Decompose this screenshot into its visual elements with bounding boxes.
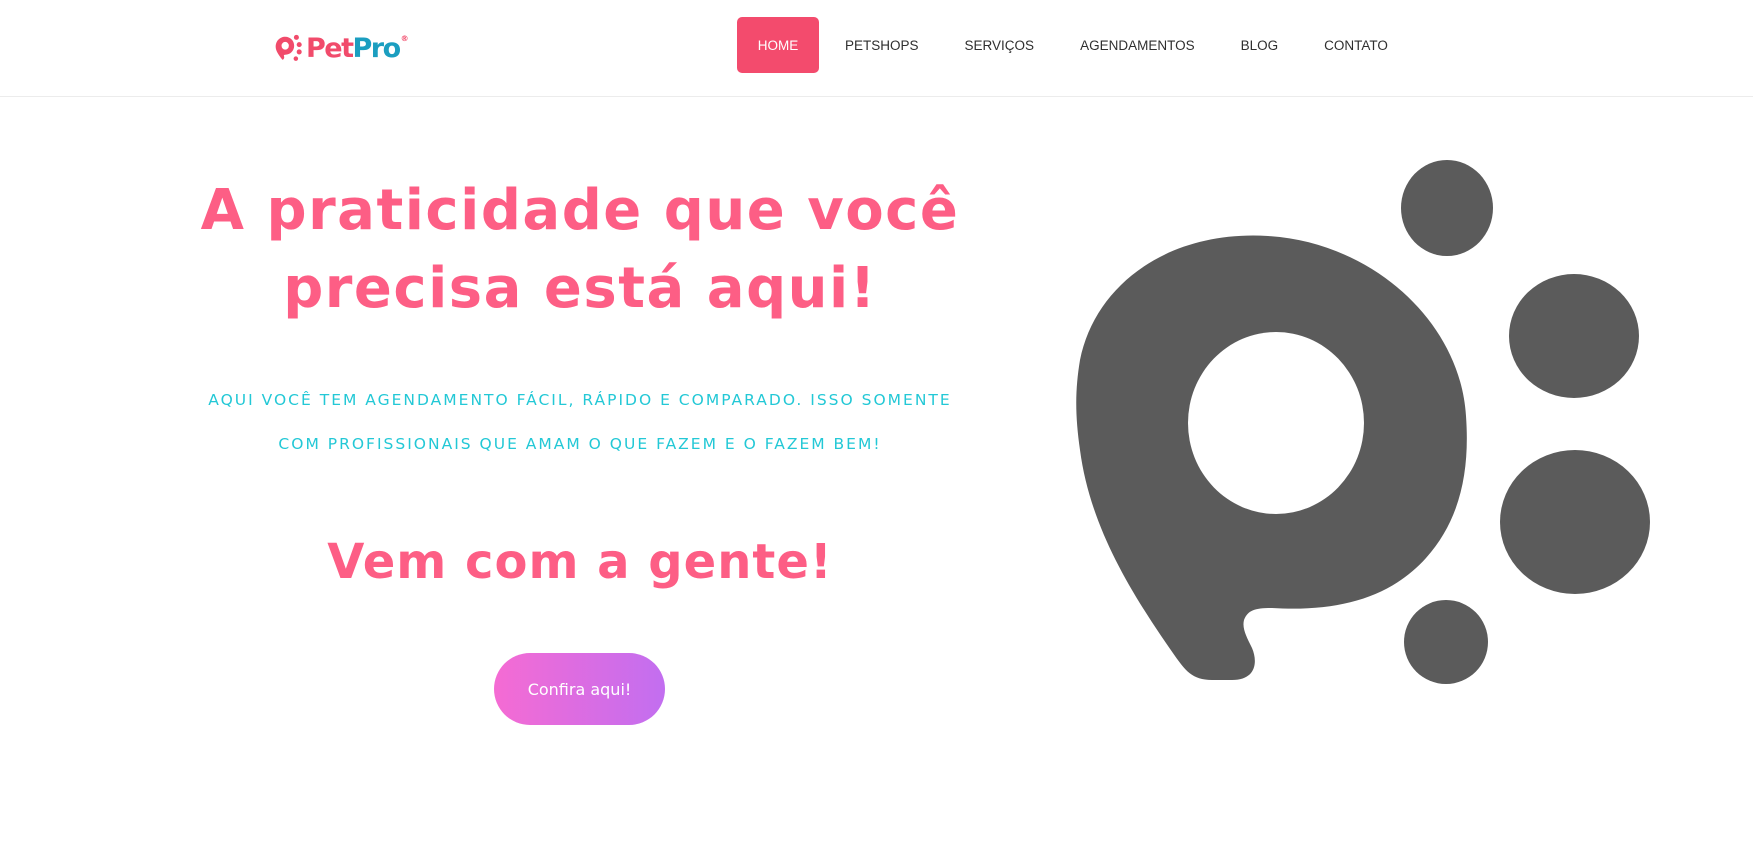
nav-item-petshops[interactable]: PETSHOPS bbox=[822, 17, 942, 73]
nav-item-contato[interactable]: CONTATO bbox=[1301, 17, 1411, 73]
hero-tagline: Vem com a gente! bbox=[327, 534, 833, 590]
hero-title: A praticidade que você precisa está aqui… bbox=[180, 172, 980, 328]
hero-subtitle: AQUI VOCÊ TEM AGENDAMENTO FÁCIL, RÁPIDO … bbox=[180, 378, 980, 466]
hero-subtitle-line-2: COM PROFISSIONAIS QUE AMAM O QUE FAZEM E… bbox=[278, 435, 882, 453]
paw-pin-hole bbox=[1188, 332, 1364, 514]
logo-wordmark: PetPro® bbox=[306, 32, 409, 64]
main-nav: HOME PETSHOPS SERVIÇOS AGENDAMENTOS BLOG… bbox=[737, 17, 1411, 73]
petpro-paw-logo-icon bbox=[1076, 160, 1650, 684]
petpro-logo-icon bbox=[275, 34, 302, 61]
nav-item-home[interactable]: HOME bbox=[737, 17, 819, 73]
hero-title-line-1: A praticidade que você bbox=[200, 178, 960, 243]
paw-toe-1 bbox=[1401, 160, 1493, 256]
hero-title-line-2: precisa está aqui! bbox=[283, 256, 877, 321]
petpro-logo[interactable]: PetPro® bbox=[274, 30, 409, 66]
hero-subtitle-line-1: AQUI VOCÊ TEM AGENDAMENTO FÁCIL, RÁPIDO … bbox=[208, 391, 952, 409]
nav-item-agendamentos[interactable]: AGENDAMENTOS bbox=[1057, 17, 1218, 73]
paw-toe-2 bbox=[1509, 274, 1639, 398]
nav-item-blog[interactable]: BLOG bbox=[1218, 17, 1302, 73]
confira-aqui-button[interactable]: Confira aqui! bbox=[494, 653, 665, 725]
site-header: PetPro® HOME PETSHOPS SERVIÇOS AGENDAMEN… bbox=[0, 0, 1753, 97]
paw-toe-3 bbox=[1500, 450, 1650, 594]
paw-toe-4 bbox=[1404, 600, 1488, 684]
nav-item-servicos[interactable]: SERVIÇOS bbox=[942, 17, 1058, 73]
